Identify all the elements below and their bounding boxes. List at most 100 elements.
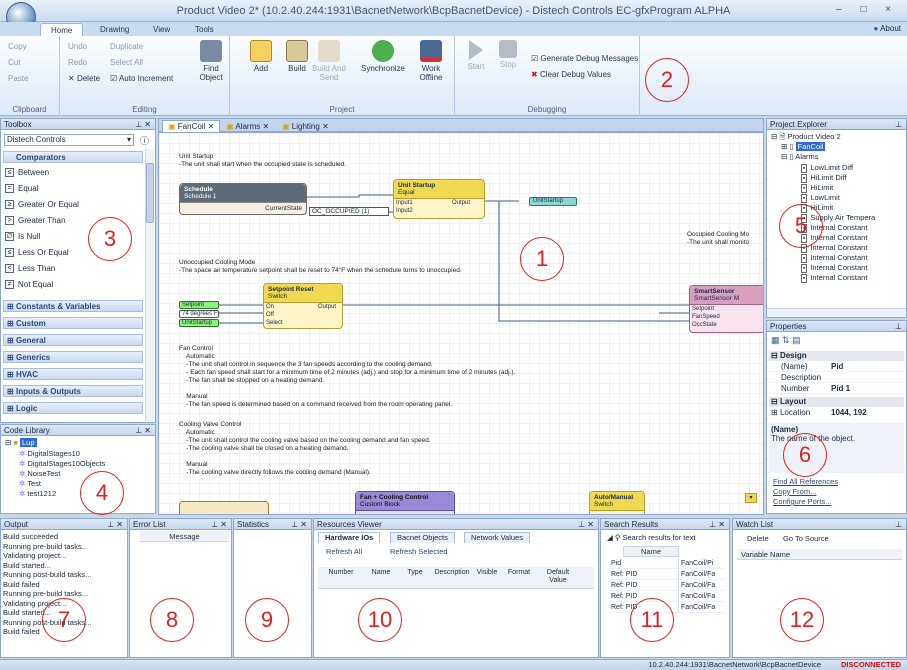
setpoint-reset-block[interactable]: Setpoint Reset Switch On Output Off Select bbox=[263, 283, 343, 329]
unitstartup-output-var[interactable]: UnitStartup bbox=[529, 197, 577, 206]
doc-tab-lighting[interactable]: ▣ Lighting ✕ bbox=[278, 121, 333, 132]
build-and-send-button[interactable]: Build And Send bbox=[312, 40, 346, 82]
toolbox-item[interactable]: ≤ Less Or Equal bbox=[5, 247, 69, 258]
bottom-left-block[interactable] bbox=[179, 501, 269, 514]
resources-column-header[interactable]: Number bbox=[320, 569, 362, 577]
build-button[interactable]: Build bbox=[280, 40, 314, 73]
toolbox-section[interactable]: ⊞ HVAC bbox=[3, 368, 143, 380]
category-layout[interactable]: ⊟ Layout bbox=[769, 397, 904, 407]
auto-manual-block[interactable]: Auto/Manual Switch bbox=[589, 491, 645, 514]
auto-increment-checkbox[interactable]: ☑ Auto Increment bbox=[110, 74, 173, 83]
alphabetical-icon[interactable]: ⇅ bbox=[782, 335, 790, 345]
work-offline-button[interactable]: Work Offline bbox=[414, 40, 448, 82]
toolbox-section[interactable]: ⊞ Logic bbox=[3, 402, 143, 414]
resources-column-header[interactable]: Type bbox=[400, 569, 430, 577]
clear-debug-values-button[interactable]: ✖ Clear Debug Values bbox=[531, 70, 611, 79]
property-row[interactable]: Description bbox=[769, 373, 904, 383]
category-design[interactable]: ⊟ Design bbox=[769, 351, 904, 361]
search-result-row[interactable]: Pid FanCoil/Pi bbox=[607, 559, 725, 569]
error-list-column-message[interactable]: Message bbox=[140, 531, 229, 542]
tab-view[interactable]: View bbox=[143, 23, 180, 36]
toolbox-section[interactable]: ⊞ Custom bbox=[3, 317, 143, 329]
select-all-button[interactable]: Select All bbox=[110, 58, 143, 67]
categorized-icon[interactable]: ▦ bbox=[771, 335, 780, 345]
search-result-row[interactable]: Ref: PID FanCoil/Fa bbox=[607, 581, 725, 591]
start-button[interactable]: Start bbox=[459, 40, 493, 71]
code-library-item[interactable]: ✲ NoiseTest bbox=[19, 469, 60, 479]
scroll-thumb[interactable] bbox=[146, 163, 154, 223]
property-link[interactable]: Configure Ports... bbox=[773, 497, 831, 506]
code-library-item[interactable]: ✲ Test bbox=[19, 479, 41, 489]
stop-button[interactable]: Stop bbox=[491, 40, 525, 69]
code-library-item[interactable]: ✲ DigitalStages10Objects bbox=[19, 459, 105, 469]
close-icon[interactable]: ⊥ ✕ bbox=[135, 425, 151, 436]
pin-icon[interactable]: ⊥ bbox=[895, 119, 902, 130]
toolbox-item[interactable]: ≤ Between bbox=[5, 167, 49, 178]
about-button[interactable]: ● About bbox=[873, 24, 901, 33]
fan-cooling-control-block[interactable]: Fan + Cooling Control Custom Block bbox=[355, 491, 455, 514]
toolbox-section[interactable]: ⊞ Inputs & Outputs bbox=[3, 385, 143, 397]
property-row[interactable]: (Name) Pid bbox=[769, 362, 904, 372]
toolbox-section[interactable]: ⊞ General bbox=[3, 334, 143, 346]
doc-tab-fancoil[interactable]: ▣ FanCoil ✕ bbox=[162, 120, 221, 132]
unitstartup-input[interactable]: UnitStartup bbox=[179, 319, 219, 327]
tab-network-values[interactable]: Network Values bbox=[464, 532, 530, 543]
code-library-root[interactable]: ⊟ ■ Lup bbox=[5, 438, 37, 448]
tree-alarms[interactable]: ⊟ ▯ Alarms bbox=[781, 152, 819, 162]
go-to-source-button[interactable]: Go To Source bbox=[783, 534, 829, 543]
smartsensor-block[interactable]: SmartSensor SmartSensor M Setpoint FanSpee… bbox=[689, 285, 763, 333]
toolbox-scrollbar[interactable] bbox=[145, 149, 154, 421]
expand-icon[interactable]: ▾ bbox=[745, 493, 757, 503]
close-icon[interactable]: ✕ bbox=[322, 122, 329, 131]
toolbox-item[interactable]: ∅ Is Null bbox=[5, 231, 40, 242]
tab-hardware-ios[interactable]: Hardware IOs bbox=[318, 532, 381, 543]
duplicate-button[interactable]: Duplicate bbox=[110, 42, 143, 51]
window-controls[interactable]: – □ × bbox=[836, 4, 899, 15]
watch-column-variable-name[interactable]: Variable Name bbox=[737, 549, 902, 560]
project-explorer-item[interactable]: ▪ Internal Constant bbox=[801, 273, 867, 284]
undo-button[interactable]: Undo bbox=[68, 42, 87, 51]
search-column-name[interactable]: Name bbox=[623, 546, 679, 557]
toolbox-section[interactable]: ⊞ Generics bbox=[3, 351, 143, 363]
occupied-constant[interactable]: OC_OCCUPIED (1) bbox=[309, 207, 389, 216]
toolbox-item[interactable]: ≥ Greater Or Equal bbox=[5, 199, 79, 210]
toolbox-item[interactable]: ≠ Not Equal bbox=[5, 279, 53, 290]
tab-tools[interactable]: Tools bbox=[185, 23, 224, 36]
refresh-all-button[interactable]: Refresh All bbox=[326, 547, 362, 556]
property-link[interactable]: Find All References bbox=[773, 477, 838, 486]
search-result-row[interactable]: Ref: PID FanCoil/Fa bbox=[607, 570, 725, 580]
close-icon[interactable]: ⊥ ✕ bbox=[135, 119, 151, 130]
toolbox-selector[interactable]: Distech Controls ▾ bbox=[4, 134, 134, 146]
close-icon[interactable]: ✕ bbox=[208, 122, 215, 131]
toolbox-item[interactable]: < Less Than bbox=[5, 263, 55, 274]
resources-column-header[interactable]: Format bbox=[500, 569, 538, 577]
close-icon[interactable]: ⊥ ✕ bbox=[578, 519, 594, 530]
toolbox-section[interactable]: ⊞ Constants & Variables bbox=[3, 300, 143, 312]
toolbox-item[interactable]: > Greater Than bbox=[5, 215, 65, 226]
generate-debug-messages-checkbox[interactable]: ☑ Generate Debug Messages bbox=[531, 54, 638, 63]
copy-button[interactable]: Copy bbox=[8, 42, 27, 51]
delete-button[interactable]: ✕ Delete bbox=[68, 74, 100, 83]
close-icon[interactable]: ⊥ ✕ bbox=[291, 519, 307, 530]
close-icon[interactable]: ⊥ ✕ bbox=[709, 519, 725, 530]
code-library-item[interactable]: ✲ DigitalStages10 bbox=[19, 449, 80, 459]
redo-button[interactable]: Redo bbox=[68, 58, 87, 67]
property-row[interactable]: Number Pid 1 bbox=[769, 384, 904, 394]
resources-column-header[interactable]: Name bbox=[362, 569, 400, 577]
find-object-button[interactable]: Find Object bbox=[194, 40, 228, 82]
74-degrees-constant[interactable]: 74 degrees F bbox=[179, 310, 219, 318]
resources-column-header[interactable]: Visible bbox=[474, 569, 500, 577]
schedule-block[interactable]: Schedule Schedule 1 CurrentState bbox=[179, 183, 307, 215]
close-icon[interactable]: ⊥ ✕ bbox=[211, 519, 227, 530]
doc-tab-alarms[interactable]: ▣ Alarms ✕ bbox=[222, 121, 273, 132]
tab-bacnet-objects[interactable]: Bacnet Objects bbox=[390, 532, 455, 543]
search-result-row[interactable]: Ref: PID FanCoil/Fa bbox=[607, 592, 725, 602]
project-root[interactable]: ⊟ 🗎 Product Video 2 bbox=[771, 132, 841, 142]
code-library-item[interactable]: ✲ test1212 bbox=[19, 489, 56, 499]
pin-icon[interactable]: ⊥ bbox=[895, 321, 902, 332]
synchronize-button[interactable]: Synchronize bbox=[360, 40, 406, 73]
tab-home[interactable]: Home bbox=[40, 23, 84, 36]
section-comparators[interactable]: Comparators bbox=[3, 151, 143, 163]
paste-button[interactable]: Paste bbox=[8, 74, 28, 83]
refresh-selected-button[interactable]: Refresh Selected bbox=[390, 547, 448, 556]
